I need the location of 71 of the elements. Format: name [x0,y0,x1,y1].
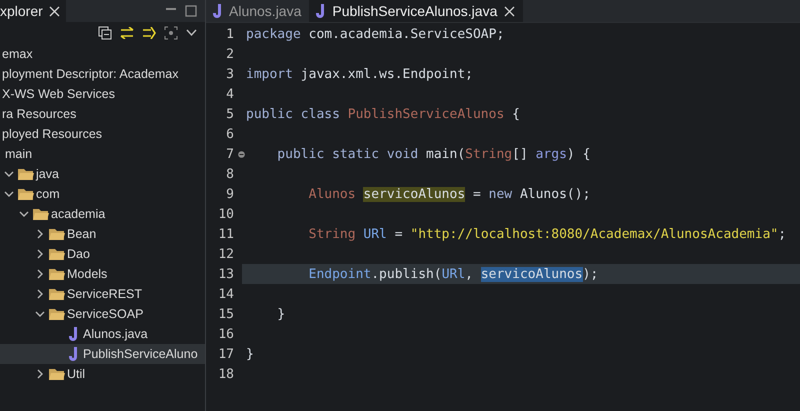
fold-marker-icon[interactable] [238,150,245,158]
maximize-icon[interactable] [185,5,197,17]
line-number: 15 [217,306,234,322]
close-icon[interactable] [504,6,516,16]
line-number: 9 [225,186,234,202]
chevron-down-icon[interactable] [186,29,197,37]
tree-item[interactable]: Models [0,264,205,284]
java-file-icon [315,4,326,18]
line-number: 1 [225,26,234,42]
editor-tab[interactable]: Alunos.java [206,0,310,22]
tree-item[interactable]: Util [0,364,205,384]
code-line: public static void main(String[] args) { [276,146,590,162]
tree-item[interactable]: ployed Resources [0,124,205,144]
folder-icon [18,168,34,180]
code-line: public class PublishServiceAlunos { [246,106,520,122]
code-line: Endpoint.publish(URl, servicoAlunos); [308,266,598,282]
folder-icon [48,268,64,280]
tree-item[interactable]: ServiceREST [0,284,205,304]
tree-item[interactable]: ployment Descriptor: Academax [0,64,205,84]
tree-item[interactable]: java [0,164,205,184]
tree-item[interactable]: academia [0,204,205,224]
code-line: String URl = "http://localhost:8080/Academax/AlunosAcademia"; [308,226,786,242]
tree-item[interactable]: ServiceSOAP [0,304,205,324]
java-file-icon [68,347,78,361]
folder-icon [48,228,64,240]
tree-item[interactable]: Alunos.java [0,324,205,344]
tree-item[interactable]: ra Resources [0,104,205,124]
tree-item[interactable]: emax [0,44,205,64]
line-number: 16 [217,326,234,342]
code-line: } [246,346,254,362]
close-icon[interactable] [48,6,60,16]
line-number: 11 [217,226,234,242]
code-line: Alunos servicoAlunos = new Alunos(); [308,186,590,202]
link-arrows-icon[interactable] [120,27,134,39]
java-file-icon [68,327,78,341]
line-number: 3 [225,66,234,82]
line-number: 5 [225,106,234,122]
line-number: 12 [217,246,234,262]
tree-item[interactable]: main [0,144,205,164]
line-number: 17 [217,346,234,362]
focus-icon[interactable] [164,26,178,40]
line-number: 6 [225,126,234,142]
folder-icon [48,308,64,320]
tree-item[interactable]: Dao [0,244,205,264]
tree-item[interactable]: X-WS Web Services [0,84,205,104]
chevron-down-icon[interactable] [34,309,44,319]
tree-item[interactable]: PublishServiceAluno [0,344,205,364]
code-line: package com.academia.ServiceSOAP; [246,26,504,42]
line-number: 14 [217,286,234,302]
line-number: 10 [217,206,234,222]
line-number: 13 [217,266,234,282]
line-number: 18 [217,366,234,382]
line-number: 7 [225,146,234,162]
folder-icon [32,208,48,220]
line-number: 4 [225,86,234,102]
folder-icon [48,368,64,380]
collapse-all-icon[interactable] [98,26,112,40]
line-number: 2 [225,46,234,62]
code-line: } [276,306,286,322]
line-number: 8 [225,166,234,182]
folder-icon [18,188,34,200]
explorer-tab[interactable]: xplorer [0,0,66,22]
java-file-icon [212,4,222,18]
folder-icon [48,248,64,260]
folder-icon [48,288,64,300]
tree-item[interactable]: Bean [0,224,205,244]
filter-arrows-icon[interactable] [142,27,156,39]
chevron-right-icon[interactable] [34,369,44,379]
code-line: import javax.xml.ws.Endpoint; [246,66,473,82]
editor-tab[interactable]: PublishServiceAlunos.java [309,0,524,22]
tree-item[interactable]: com [0,184,205,204]
